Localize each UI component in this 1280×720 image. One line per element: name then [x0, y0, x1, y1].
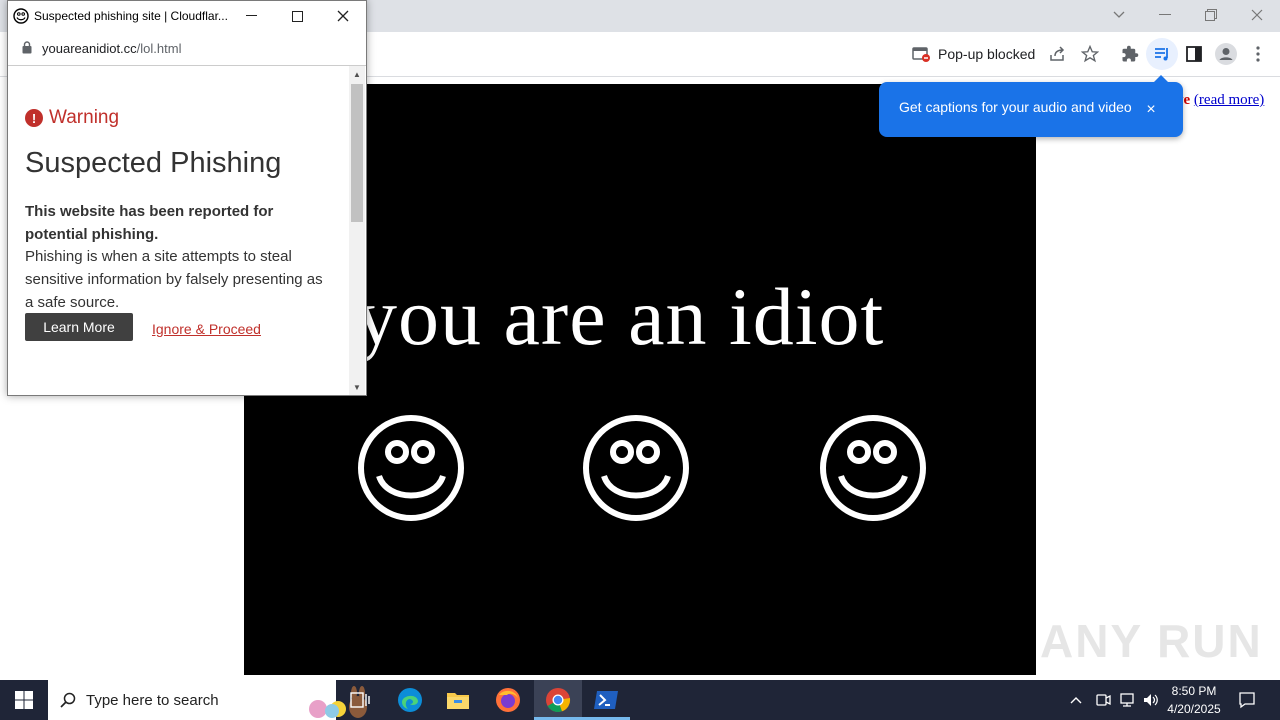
file-explorer-icon[interactable] [434, 680, 482, 720]
firefox-icon[interactable] [484, 680, 532, 720]
volume-icon[interactable] [1142, 680, 1160, 720]
popup-titlebar: Suspected phishing site | Cloudflar... [8, 1, 366, 31]
captions-tooltip: Get captions for your audio and video × [879, 75, 1183, 137]
edge-browser-icon[interactable] [386, 680, 434, 720]
read-more-link[interactable]: (read more) [1194, 92, 1264, 108]
page-title: Suspected Phishing [25, 147, 282, 179]
popup-blocked-label: Pop-up blocked [938, 46, 1036, 62]
popup-title: Suspected phishing site | Cloudflar... [34, 9, 228, 23]
side-panel-icon[interactable] [1178, 38, 1210, 70]
minimize-button[interactable] [1142, 0, 1188, 30]
taskbar-clock[interactable]: 8:50 PM 4/20/2025 [1160, 682, 1228, 718]
exclamation-icon: ! [25, 109, 43, 127]
windows-taskbar: Type here to search 8:50 PM 4/20/2025 [0, 680, 1280, 720]
restore-button[interactable] [1188, 0, 1234, 30]
tab-search-chevron-icon[interactable] [1096, 0, 1142, 30]
media-controls-icon[interactable] [1146, 38, 1178, 70]
close-icon[interactable]: × [1141, 100, 1161, 120]
phishing-description: Phishing is when a site attempts to stea… [25, 248, 323, 311]
scroll-down-arrow-icon[interactable]: ▼ [349, 379, 365, 395]
headline-text: you are an idiot [356, 271, 885, 362]
anyrun-watermark: ANY RUN [1040, 615, 1263, 667]
page-read-more: ve (read more) [1176, 92, 1264, 109]
chrome-taskbar-icon[interactable] [534, 680, 582, 720]
notification-icon[interactable] [1238, 680, 1256, 720]
phishing-popup-window: Suspected phishing site | Cloudflar... y… [7, 0, 367, 396]
taskbar-search-box[interactable]: Type here to search [48, 680, 367, 720]
search-placeholder: Type here to search [86, 691, 219, 709]
popup-url: youareanidiot.cc/lol.html [42, 41, 181, 56]
tooltip-arrow [1153, 75, 1169, 83]
popup-minimize-button[interactable] [228, 1, 274, 31]
menu-kebab-icon[interactable] [1242, 38, 1274, 70]
popup-maximize-button[interactable] [274, 1, 320, 31]
search-icon [60, 692, 76, 708]
phishing-bold-notice: This website has been reported for poten… [25, 203, 274, 243]
warning-header: ! Warning [25, 107, 119, 129]
url-host: youareanidiot.cc [42, 41, 137, 56]
ignore-proceed-link[interactable]: Ignore & Proceed [152, 321, 261, 337]
smiley-face-icon [820, 415, 926, 521]
popup-blocked-indicator[interactable]: Pop-up blocked [912, 38, 1035, 70]
meet-now-icon[interactable] [1095, 680, 1111, 720]
profile-avatar-icon[interactable] [1210, 38, 1242, 70]
clock-date: 4/20/2025 [1167, 702, 1221, 716]
popup-close-button[interactable] [320, 1, 366, 31]
network-icon[interactable] [1118, 680, 1136, 720]
captions-tooltip-text: Get captions for your audio and video [899, 99, 1132, 115]
scroll-up-arrow-icon[interactable]: ▲ [349, 66, 365, 82]
smiley-favicon-icon [13, 8, 29, 24]
smiley-face-icon [583, 415, 689, 521]
scroll-thumb[interactable] [351, 84, 363, 222]
extensions-icon[interactable] [1114, 38, 1146, 70]
popup-scrollbar[interactable]: ▲ ▼ [349, 66, 365, 395]
bookmark-star-icon[interactable] [1074, 38, 1106, 70]
start-button[interactable] [0, 680, 48, 720]
powershell-icon[interactable] [582, 680, 630, 720]
warning-label: Warning [49, 107, 120, 128]
share-icon[interactable] [1042, 38, 1074, 70]
learn-more-button[interactable]: Learn More [25, 313, 133, 341]
clock-time: 8:50 PM [1171, 684, 1217, 698]
url-path: /lol.html [136, 41, 182, 56]
smiley-face-icon [358, 415, 464, 521]
lock-icon [22, 41, 32, 54]
tray-overflow-chevron-icon[interactable] [1070, 680, 1082, 720]
popup-address-bar[interactable]: youareanidiot.cc/lol.html [8, 31, 366, 66]
close-window-button[interactable] [1234, 0, 1280, 30]
windows-logo-icon [15, 691, 33, 709]
popup-blocked-icon [912, 47, 930, 62]
task-view-icon[interactable] [336, 680, 384, 720]
